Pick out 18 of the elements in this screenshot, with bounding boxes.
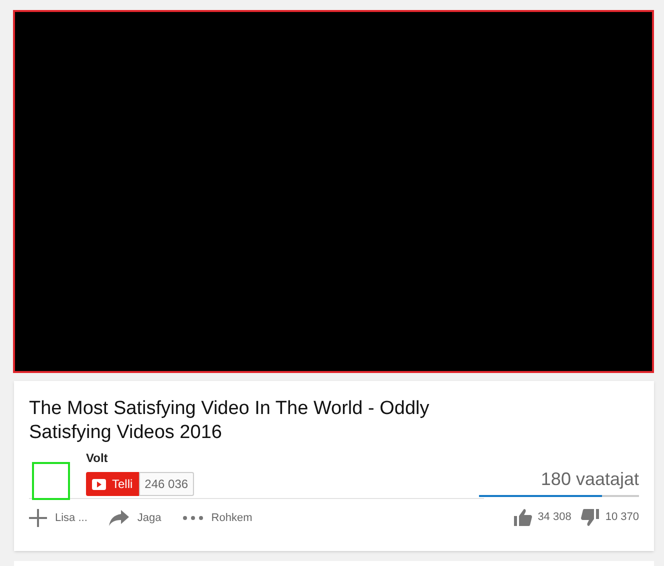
thumbs-down-icon: [581, 509, 600, 526]
action-button[interactable]: Jaga: [109, 510, 162, 526]
channel-avatar[interactable]: [32, 462, 70, 500]
action-button[interactable]: Rohkem: [183, 510, 252, 526]
subscribe-button[interactable]: Telli: [86, 472, 139, 496]
share-arrow-icon: [109, 510, 130, 526]
channel-name[interactable]: Volt: [86, 451, 194, 465]
play-logo-icon: [92, 478, 106, 490]
action-button[interactable]: Lisa ...: [29, 509, 88, 527]
dislike-button[interactable]: 10 370: [581, 509, 639, 526]
video-title: The Most Satisfying Video In The World - Oddly Satisfying Videos 2016: [29, 397, 430, 445]
thumbs-up-icon: [514, 509, 532, 526]
view-count: 180 vaatajat: [540, 469, 639, 489]
like-button[interactable]: 34 308: [514, 509, 572, 526]
video-player[interactable]: [13, 10, 654, 373]
plus-icon: [29, 509, 47, 527]
more-dots-icon: [183, 516, 204, 520]
subscriber-count: 246 036: [138, 472, 194, 496]
